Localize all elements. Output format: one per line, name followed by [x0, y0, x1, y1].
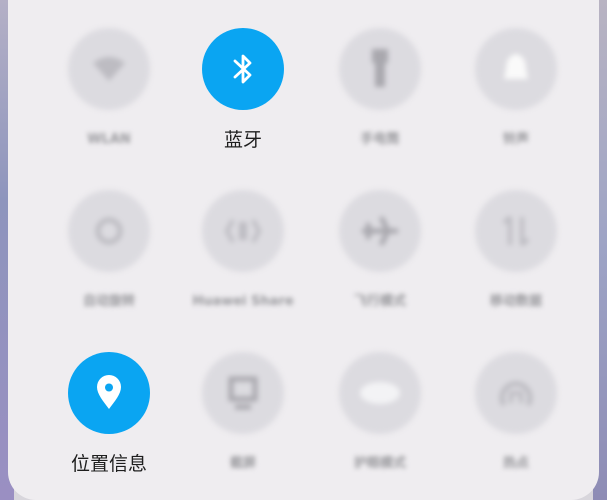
tile-label: 自动旋转 — [82, 294, 135, 309]
auto-rotate-icon — [68, 190, 150, 272]
tile-eye-comfort[interactable]: 护眼模式 — [320, 352, 440, 492]
tile-hotspot[interactable]: 热点 — [456, 352, 576, 492]
tile-flashlight[interactable]: 手电筒 — [320, 28, 440, 168]
tile-location[interactable]: 位置信息 — [49, 352, 169, 492]
tile-huawei-share[interactable]: Huawei Share — [183, 190, 303, 330]
tile-wlan[interactable]: WLAN — [49, 28, 169, 168]
huawei-share-icon — [202, 190, 284, 272]
bell-icon — [475, 28, 557, 110]
tile-label: 热点 — [502, 456, 529, 471]
tile-mobile-data[interactable]: 移动数据 — [456, 190, 576, 330]
screenshot-icon — [202, 352, 284, 434]
eye-comfort-icon — [339, 352, 421, 434]
wifi-icon — [68, 28, 150, 110]
tile-bluetooth[interactable]: 蓝牙 — [183, 28, 303, 168]
tile-label: 截屏 — [229, 456, 256, 471]
tile-label: 铃声 — [502, 132, 529, 147]
tile-label: Huawei Share — [192, 294, 294, 309]
quick-settings-panel: WLAN 蓝牙 手电筒 铃声 自动旋转 Huawei Share 飞行模式 移动… — [8, 0, 599, 500]
tile-label: 护眼模式 — [353, 456, 406, 471]
tile-auto-rotate[interactable]: 自动旋转 — [49, 190, 169, 330]
tile-label: 蓝牙 — [223, 129, 262, 151]
tile-label: 飞行模式 — [353, 294, 406, 309]
tile-label: 移动数据 — [489, 294, 542, 309]
tile-label: 手电筒 — [360, 132, 400, 147]
tile-ringtone[interactable]: 铃声 — [456, 28, 576, 168]
hotspot-icon — [475, 352, 557, 434]
tile-label: 位置信息 — [70, 453, 147, 475]
mobile-data-icon — [475, 190, 557, 272]
bluetooth-icon — [202, 28, 284, 110]
flashlight-icon — [339, 28, 421, 110]
tile-label: WLAN — [87, 132, 131, 147]
airplane-icon — [339, 190, 421, 272]
tile-screenshot[interactable]: 截屏 — [183, 352, 303, 492]
tile-airplane-mode[interactable]: 飞行模式 — [320, 190, 440, 330]
location-icon — [68, 352, 150, 434]
